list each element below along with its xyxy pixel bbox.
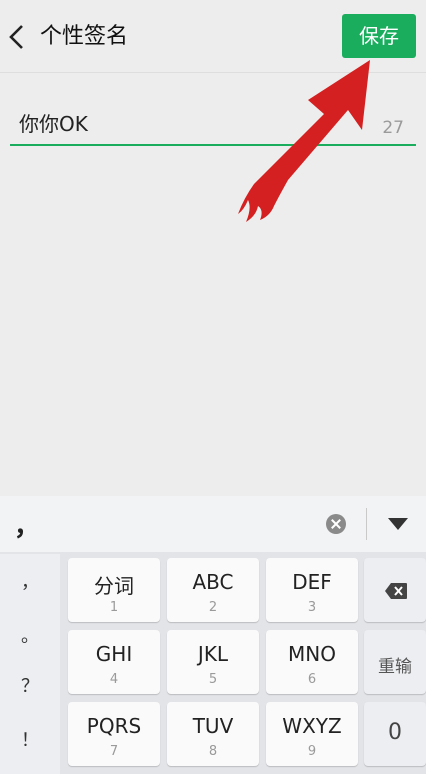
key-1[interactable]: 分词 1 (68, 558, 160, 622)
key-number: 3 (307, 600, 317, 615)
key-number: 9 (307, 744, 317, 759)
candidate-punct[interactable]: ， (14, 506, 40, 543)
key-number: 6 (307, 672, 317, 687)
punct-comma[interactable]: ， (0, 568, 60, 594)
key-label: JKL (197, 642, 229, 666)
punctuation-list: ， 。 ？ ！ (0, 554, 60, 774)
key-label: MNO (288, 642, 336, 666)
backspace-icon (385, 583, 407, 599)
key-label: WXYZ (282, 714, 342, 738)
key-6[interactable]: MNO 6 (266, 630, 358, 694)
key-8[interactable]: TUV 8 (167, 702, 259, 766)
key-7[interactable]: PQRS 7 (68, 702, 160, 766)
key-4[interactable]: GHI 4 (68, 630, 160, 694)
key-number: 8 (208, 744, 218, 759)
key-label: TUV (192, 714, 234, 738)
retype-label: 重输 (378, 657, 412, 677)
key-label: PQRS (86, 714, 142, 738)
candidate-bar: ， (0, 496, 426, 552)
punct-period[interactable]: 。 (0, 622, 60, 648)
backspace-key[interactable] (364, 558, 426, 622)
key-label: GHI (95, 642, 133, 666)
keyboard: ， ， 。 ？ ！ 分词 1 ABC 2 DEF 3 GHI 4 JKL 5 M… (0, 496, 426, 774)
key-label: ABC (192, 570, 234, 594)
key-9[interactable]: WXYZ 9 (266, 702, 358, 766)
punct-question[interactable]: ？ (0, 672, 60, 698)
key-number: 2 (208, 600, 218, 615)
key-number: 5 (208, 672, 218, 687)
clear-icon[interactable] (326, 514, 346, 534)
key-number: 4 (109, 672, 119, 687)
key-label: 分词 (94, 574, 134, 598)
key-2[interactable]: ABC 2 (167, 558, 259, 622)
collapse-keyboard-icon[interactable] (388, 518, 408, 530)
zero-label: 0 (388, 720, 402, 745)
page-title: 个性签名 (40, 24, 129, 49)
key-5[interactable]: JKL 5 (167, 630, 259, 694)
back-arrow-icon[interactable] (4, 20, 28, 54)
key-3[interactable]: DEF 3 (266, 558, 358, 622)
retype-key[interactable]: 重输 (364, 630, 426, 694)
key-number: 1 (109, 600, 119, 615)
key-label: DEF (292, 570, 332, 594)
signature-input-value: 你你OK (19, 112, 88, 136)
annotation-arrow-icon (238, 60, 370, 222)
key-number: 7 (109, 744, 119, 759)
punct-exclaim[interactable]: ！ (0, 726, 60, 752)
zero-key[interactable]: 0 (364, 702, 426, 766)
candidate-divider (366, 508, 367, 540)
